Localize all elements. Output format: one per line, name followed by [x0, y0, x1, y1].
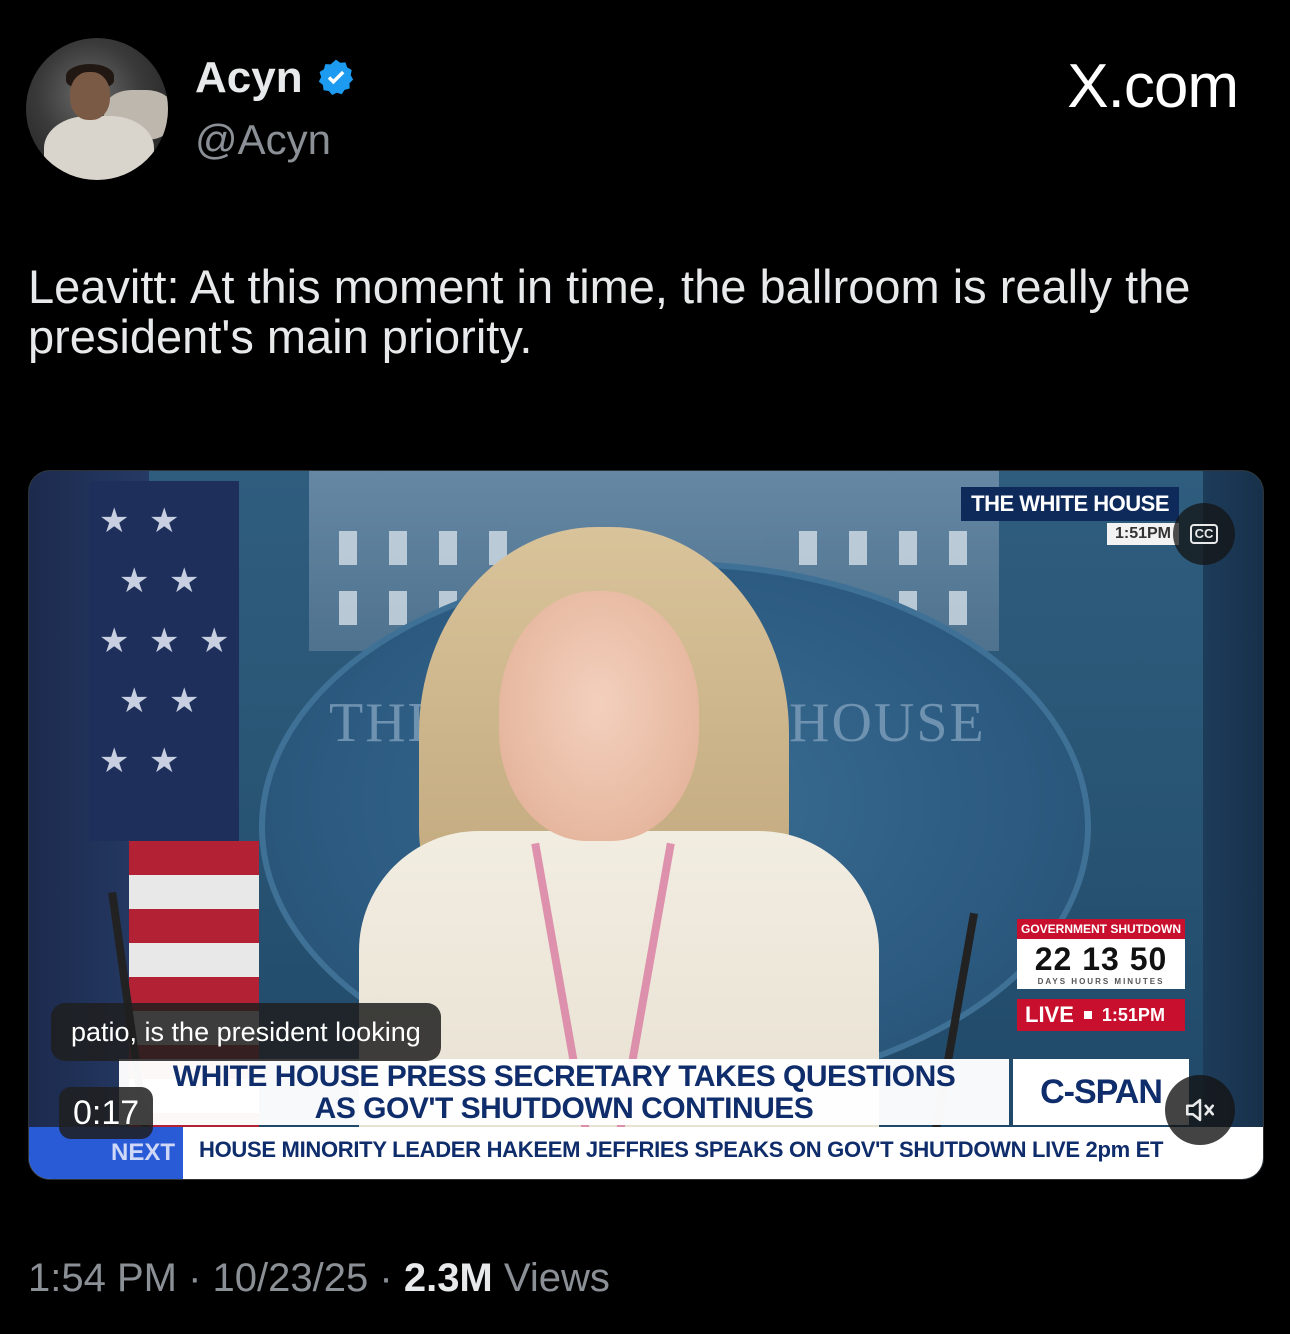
network-logo: C-SPAN [1040, 1072, 1163, 1111]
meta-separator: · [379, 1256, 393, 1300]
headline-banner: WHITE HOUSE PRESS SECRETARY TAKES QUESTI… [119, 1059, 1009, 1125]
tweet-date[interactable]: 10/23/25 [213, 1256, 369, 1300]
tweet-time[interactable]: 1:54 PM [28, 1256, 177, 1300]
network-logo-box: C-SPAN [1013, 1059, 1189, 1125]
shutdown-title: GOVERNMENT SHUTDOWN [1017, 919, 1185, 939]
backdrop-text-right: HOUSE [789, 692, 986, 754]
author-name-row[interactable]: Acyn [195, 52, 357, 104]
author-handle[interactable]: @Acyn [195, 114, 331, 166]
live-label: LIVE [1025, 1002, 1074, 1027]
video-caption: patio, is the president looking [51, 1003, 441, 1061]
tweet-meta: 1:54 PM · 10/23/25 · 2.3M Views [28, 1252, 610, 1304]
live-time: 1:51PM [1101, 1004, 1165, 1025]
shutdown-digits: 22 13 50 [1017, 939, 1185, 977]
broadcast-time-label: 1:51PM [1106, 523, 1179, 545]
news-ticker: NEXT HOUSE MINORITY LEADER HAKEEM JEFFRI… [29, 1127, 1263, 1179]
closed-captions-icon: CC [1189, 524, 1219, 544]
video-backdrop-right [1203, 471, 1263, 1179]
speaker-face [499, 591, 699, 841]
video-timer: 0:17 [59, 1087, 154, 1139]
closed-captions-button[interactable]: CC [1173, 503, 1235, 565]
headline-line-1: WHITE HOUSE PRESS SECRETARY TAKES QUESTI… [172, 1060, 956, 1093]
speaker-muted-icon [1185, 1098, 1215, 1122]
views-count[interactable]: 2.3M [404, 1256, 493, 1300]
tweet-text: Leavitt: At this moment in time, the bal… [28, 260, 1191, 363]
broadcast-location-label: THE WHITE HOUSE [961, 487, 1179, 521]
live-dot-icon [1083, 1011, 1092, 1019]
verified-badge-icon [318, 59, 353, 95]
ticker-text: HOUSE MINORITY LEADER HAKEEM JEFFRIES SP… [199, 1137, 1164, 1162]
headline-line-2: AS GOV'T SHUTDOWN CONTINUES [314, 1092, 814, 1125]
mute-button[interactable] [1165, 1075, 1235, 1145]
shutdown-countdown: GOVERNMENT SHUTDOWN 22 13 50 DAYS HOURS … [1017, 919, 1185, 1031]
video-player[interactable]: THE W HOUSE ★ ★ ★ ★ ★ ★ ★ ★ ★ ★ ★ THE WH… [28, 470, 1264, 1180]
site-watermark: X.com [1067, 52, 1239, 121]
live-indicator: LIVE 1:51PM [1017, 999, 1185, 1031]
shutdown-units: DAYS HOURS MINUTES [1017, 977, 1185, 989]
avatar[interactable] [26, 38, 168, 180]
views-label: Views [503, 1256, 610, 1300]
author-display-name[interactable]: Acyn [195, 52, 303, 104]
meta-separator: · [188, 1256, 202, 1300]
